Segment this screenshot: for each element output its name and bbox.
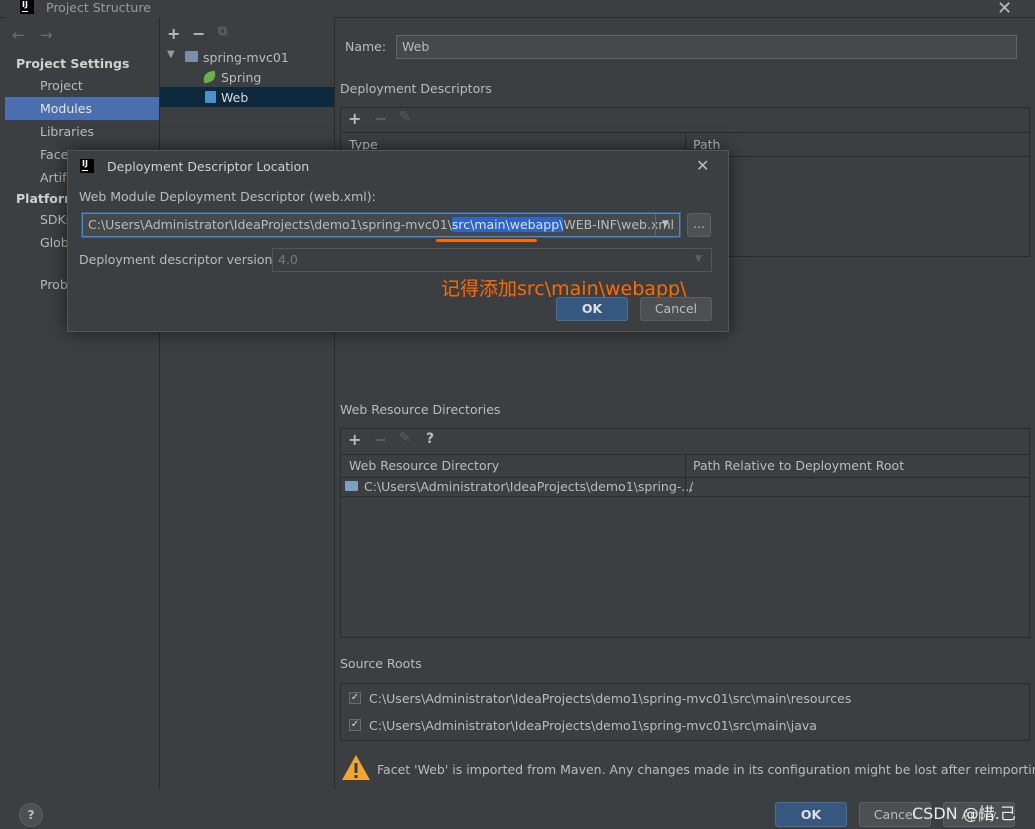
deployment-descriptor-dialog	[67, 150, 729, 332]
name-input[interactable]: Web	[396, 35, 1017, 59]
module-tree-panel	[160, 17, 335, 789]
watermark: CSDN @惜.己	[912, 804, 1016, 823]
sidebar-item-problems[interactable]: Prob	[40, 277, 68, 292]
ok-button[interactable]: OK	[775, 802, 847, 827]
sidebar-item-project[interactable]: Project	[40, 78, 83, 93]
sidebar-item-global-libraries[interactable]: Glob	[40, 235, 69, 250]
chevron-down-icon[interactable]: ▼	[167, 49, 175, 60]
descriptor-path-label: Web Module Deployment Descriptor (web.xm…	[79, 189, 376, 204]
column-path-relative[interactable]: Path Relative to Deployment Root	[693, 458, 904, 473]
title-bar	[0, 0, 1035, 18]
help-button[interactable]: ?	[19, 803, 43, 827]
remove-descriptor-icon[interactable]: −	[374, 109, 387, 128]
source-root-checkbox[interactable]: ✓	[349, 719, 361, 731]
path-selected-text: src\main\webapp\	[451, 217, 564, 232]
remove-icon[interactable]: −	[192, 24, 205, 43]
remove-resource-icon[interactable]: −	[374, 430, 387, 449]
relative-path-cell: /	[689, 479, 694, 494]
web-resource-directories-heading: Web Resource Directories	[340, 402, 501, 417]
deployment-descriptors-heading: Deployment Descriptors	[340, 81, 492, 96]
help-icon[interactable]: ?	[426, 431, 434, 447]
forward-arrow-icon[interactable]: →	[40, 26, 53, 44]
copy-icon[interactable]: ⧉	[218, 24, 227, 39]
dialog-cancel-button[interactable]: Cancel	[640, 297, 712, 321]
descriptor-version-select[interactable]: 4.0	[272, 248, 712, 272]
add-resource-icon[interactable]: +	[348, 430, 361, 449]
window-title: Project Structure	[46, 0, 151, 15]
back-arrow-icon[interactable]: ←	[12, 26, 25, 44]
browse-button[interactable]: ...	[687, 213, 711, 237]
dialog-logo-icon: IJ	[80, 159, 94, 173]
window-close-icon[interactable]: ✕	[997, 0, 1012, 19]
dialog-close-icon[interactable]: ✕	[696, 156, 709, 175]
tree-item-module[interactable]: spring-mvc01	[203, 50, 289, 65]
section-project-settings: Project Settings	[16, 56, 130, 71]
maven-warning-text: Facet 'Web' is imported from Maven. Any …	[377, 762, 1035, 777]
tree-item-web[interactable]: Web	[221, 90, 248, 105]
path-suffix-text: WEB-INF\web.xml	[563, 217, 675, 232]
warning-icon	[342, 755, 370, 780]
tree-item-spring[interactable]: Spring	[221, 70, 261, 85]
source-roots-heading: Source Roots	[340, 656, 422, 671]
dropdown-arrow-icon[interactable]: ▼	[662, 219, 669, 229]
source-root-checkbox[interactable]: ✓	[349, 692, 361, 704]
path-prefix-text: C:\Users\Administrator\IdeaProjects\demo…	[88, 217, 452, 232]
intellij-logo-icon: IJ	[20, 0, 34, 14]
dialog-title: Deployment Descriptor Location	[107, 159, 310, 174]
name-label: Name:	[345, 39, 387, 54]
version-dropdown-icon[interactable]: ▼	[695, 254, 702, 264]
underline-annotation	[436, 239, 537, 242]
folder-icon	[345, 481, 358, 491]
add-descriptor-icon[interactable]: +	[348, 109, 361, 128]
sidebar-item-modules[interactable]: Modules	[40, 101, 92, 116]
sidebar-item-libraries[interactable]: Libraries	[40, 124, 94, 139]
combo-divider	[655, 214, 656, 236]
add-icon[interactable]: +	[167, 24, 180, 43]
descriptor-path-input[interactable]: C:\Users\Administrator\IdeaProjects\demo…	[88, 217, 674, 232]
dialog-ok-button[interactable]: OK	[556, 297, 628, 321]
web-facet-icon	[205, 91, 216, 103]
column-web-resource-directory[interactable]: Web Resource Directory	[349, 458, 499, 473]
source-root-java: C:\Users\Administrator\IdeaProjects\demo…	[369, 718, 817, 733]
module-folder-icon	[185, 51, 198, 62]
resource-directory-cell: C:\Users\Administrator\IdeaProjects\demo…	[364, 479, 694, 494]
edit-descriptor-icon[interactable]: ✎	[399, 109, 411, 125]
sidebar-item-artifacts[interactable]: Artif	[40, 170, 66, 185]
descriptor-version-label: Deployment descriptor version	[79, 252, 273, 267]
source-root-resources: C:\Users\Administrator\IdeaProjects\demo…	[369, 691, 852, 706]
edit-resource-icon[interactable]: ✎	[399, 430, 411, 446]
